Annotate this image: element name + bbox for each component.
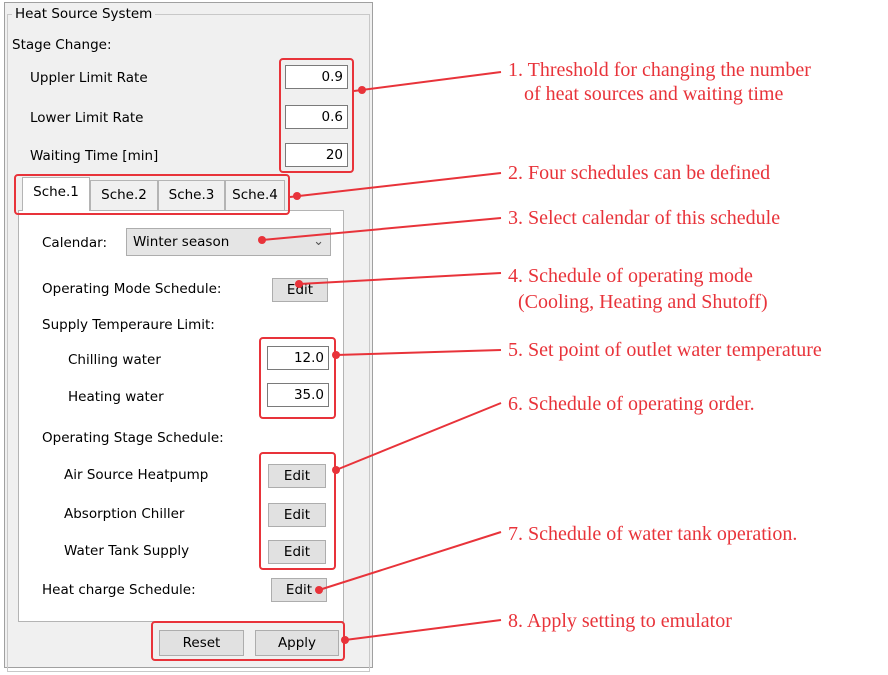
annotation-8: 8. Apply setting to emulator — [508, 610, 732, 632]
annotation-7: 7. Schedule of water tank operation. — [508, 523, 798, 545]
annotation-6: 6. Schedule of operating order. — [508, 393, 755, 415]
annotation-4-line2: (Cooling, Heating and Shutoff) — [518, 291, 768, 313]
tab-sche-1[interactable]: Sche.1 — [22, 177, 90, 211]
annotation-2: 2. Four schedules can be defined — [508, 162, 771, 184]
annotation-1-line2: of heat sources and waiting time — [524, 83, 784, 105]
annotation-4-line1: 4. Schedule of operating mode — [508, 265, 753, 287]
annotation-3: 3. Select calendar of this schedule — [508, 207, 781, 229]
annotation-5: 5. Set point of outlet water temperature — [508, 339, 822, 361]
annotation-1-line1: 1. Threshold for changing the number — [508, 59, 811, 81]
